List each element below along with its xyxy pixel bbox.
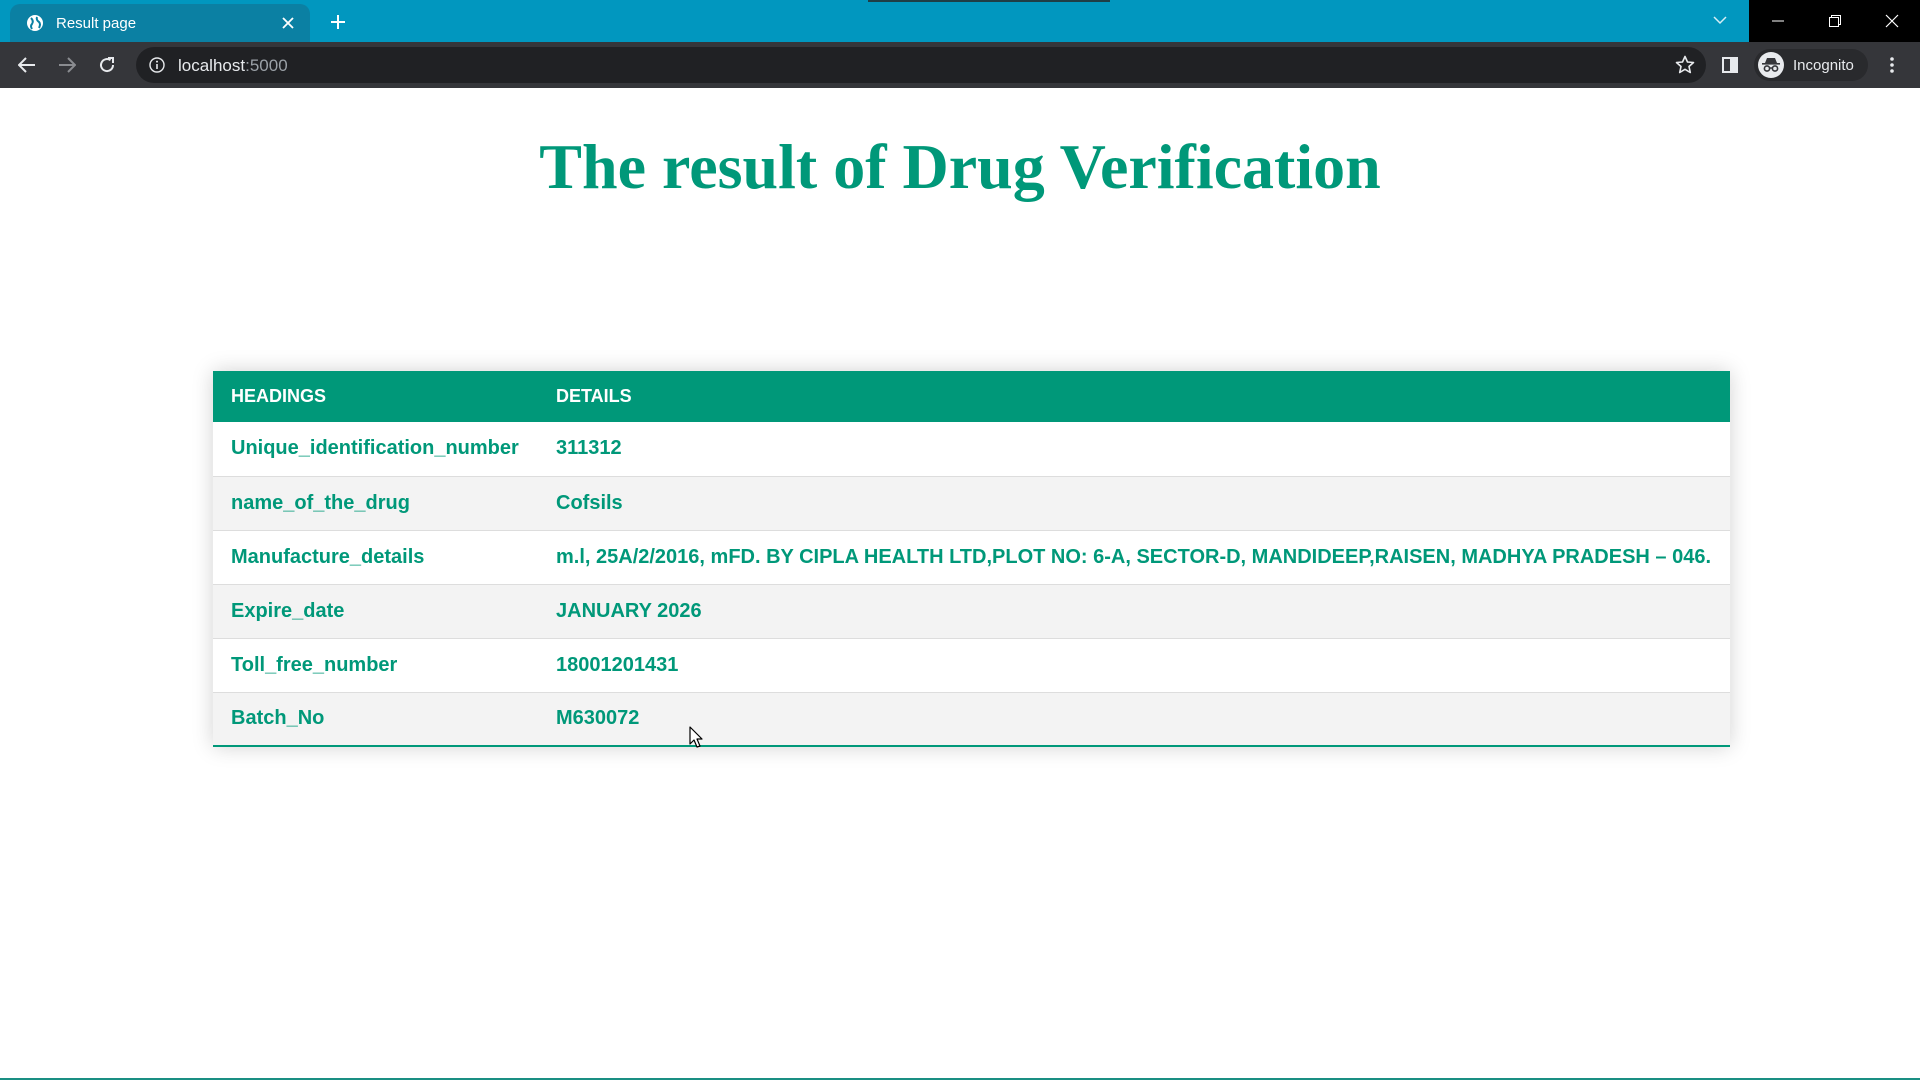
row-detail: Cofsils: [556, 491, 623, 514]
back-button[interactable]: [11, 49, 43, 81]
column-header-details: DETAILS: [556, 386, 632, 406]
row-detail: 18001201431: [556, 653, 679, 676]
row-heading: name_of_the_drug: [231, 491, 410, 514]
tab-strip: Result page: [0, 0, 1920, 42]
minimize-icon: [1771, 20, 1784, 22]
side-panel-icon: [1722, 57, 1738, 73]
window-controls: [1749, 0, 1920, 42]
row-heading: Unique_identification_number: [231, 437, 519, 460]
restore-icon: [1828, 15, 1841, 27]
mouse-cursor-icon: [689, 726, 703, 748]
new-tab-button[interactable]: [324, 8, 352, 36]
table-row: Expire_date JANUARY 2026: [213, 584, 1730, 638]
table-row: name_of_the_drug Cofsils: [213, 476, 1730, 530]
url-port: :5000: [245, 56, 288, 75]
row-detail: m.l, 25A/2/2016, mFD. BY CIPLA HEALTH LT…: [556, 545, 1712, 568]
row-detail: JANUARY 2026: [556, 599, 702, 622]
minimize-button[interactable]: [1749, 0, 1806, 42]
tab-search-button[interactable]: [1706, 8, 1734, 32]
incognito-profile-button[interactable]: Incognito: [1754, 49, 1868, 81]
tab-title: Result page: [56, 14, 137, 32]
page-content: The result of Drug Verification HEADINGS…: [0, 88, 1920, 1080]
column-header-headings: HEADINGS: [231, 386, 327, 406]
table-row: Unique_identification_number 311312: [213, 422, 1730, 476]
loading-indicator: [868, 0, 1110, 2]
url-text: localhost:5000: [178, 56, 288, 76]
table-row: Toll_free_number 18001201431: [213, 638, 1730, 692]
table-row: Manufacture_details m.l, 25A/2/2016, mFD…: [213, 530, 1730, 584]
table-row: Batch_No M630072: [213, 692, 1730, 746]
row-detail: M630072: [556, 707, 640, 730]
result-table-container: HEADINGS DETAILS Unique_identification_n…: [213, 371, 1730, 747]
row-heading: Batch_No: [231, 707, 325, 730]
chevron-down-icon: [1713, 15, 1727, 24]
tab-close-icon[interactable]: [276, 11, 300, 35]
url-host: localhost: [178, 56, 246, 75]
result-table: HEADINGS DETAILS Unique_identification_n…: [213, 371, 1730, 747]
bookmark-star-icon[interactable]: [1674, 54, 1696, 76]
more-vert-icon: [1890, 57, 1894, 73]
table-header-row: HEADINGS DETAILS: [213, 371, 1730, 422]
reload-icon: [100, 57, 115, 73]
plus-icon: [331, 15, 345, 29]
tab-result-page[interactable]: Result page: [10, 4, 310, 42]
row-detail: 311312: [556, 437, 622, 460]
address-bar[interactable]: localhost:5000: [136, 47, 1706, 83]
arrow-left-icon: [18, 57, 35, 73]
restore-button[interactable]: [1806, 0, 1863, 42]
close-icon: [1885, 14, 1898, 28]
reload-button[interactable]: [91, 49, 123, 81]
page-title: The result of Drug Verification: [539, 131, 1381, 202]
globe-icon: [26, 14, 44, 32]
row-heading: Expire_date: [231, 599, 345, 622]
browser-toolbar: localhost:5000 Incognito: [0, 42, 1920, 88]
incognito-label: Incognito: [1793, 56, 1854, 74]
arrow-right-icon: [59, 57, 76, 73]
row-heading: Toll_free_number: [231, 653, 398, 676]
side-panel-button[interactable]: [1716, 51, 1744, 79]
browser-menu-button[interactable]: [1878, 51, 1906, 79]
incognito-icon: [1758, 52, 1784, 78]
info-icon[interactable]: [148, 56, 166, 74]
close-window-button[interactable]: [1863, 0, 1920, 42]
row-heading: Manufacture_details: [231, 545, 425, 568]
forward-button[interactable]: [51, 49, 83, 81]
